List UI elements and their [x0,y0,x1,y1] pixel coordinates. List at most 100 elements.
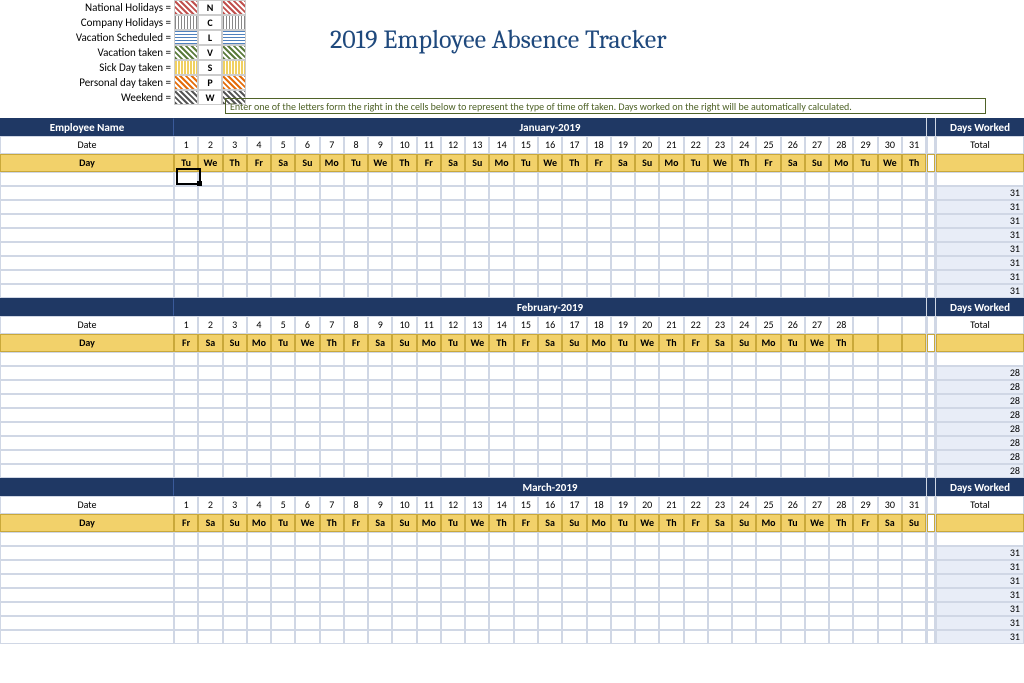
absence-cell[interactable] [174,200,198,214]
absence-cell[interactable] [708,380,732,394]
absence-cell[interactable] [174,228,198,242]
absence-cell[interactable] [174,616,198,630]
day-cell[interactable]: Fr [344,334,368,352]
absence-cell[interactable] [271,546,295,560]
absence-cell[interactable] [392,560,416,574]
absence-cell[interactable] [223,546,247,560]
date-cell[interactable]: 6 [295,316,319,334]
absence-cell[interactable] [659,422,683,436]
absence-cell[interactable] [684,464,708,478]
absence-cell[interactable] [562,214,586,228]
absence-cell[interactable] [635,214,659,228]
absence-cell[interactable] [853,172,877,186]
absence-cell[interactable] [271,380,295,394]
absence-cell[interactable] [853,242,877,256]
absence-cell[interactable] [320,380,344,394]
absence-cell[interactable] [853,352,877,366]
absence-cell[interactable] [514,602,538,616]
date-cell[interactable]: 18 [587,496,611,514]
absence-cell[interactable] [514,560,538,574]
employee-cell[interactable] [0,380,174,394]
day-cell[interactable]: Th [659,514,683,532]
absence-cell[interactable] [514,532,538,546]
absence-cell[interactable] [732,450,756,464]
date-cell[interactable]: 25 [756,496,780,514]
absence-cell[interactable] [659,352,683,366]
absence-cell[interactable] [174,436,198,450]
absence-cell[interactable] [223,366,247,380]
absence-cell[interactable] [562,436,586,450]
absence-cell[interactable] [344,602,368,616]
absence-cell[interactable] [295,284,319,298]
absence-cell[interactable] [271,214,295,228]
date-cell[interactable]: 28 [829,316,853,334]
absence-cell[interactable] [829,450,853,464]
absence-cell[interactable] [344,172,368,186]
absence-cell[interactable] [417,450,441,464]
absence-cell[interactable] [902,532,926,546]
absence-cell[interactable] [853,616,877,630]
absence-cell[interactable] [465,422,489,436]
day-cell[interactable]: We [295,334,319,352]
absence-cell[interactable] [684,546,708,560]
date-cell[interactable]: 15 [514,496,538,514]
absence-cell[interactable] [489,436,513,450]
date-cell[interactable]: 25 [756,316,780,334]
absence-cell[interactable] [223,394,247,408]
absence-cell[interactable] [392,380,416,394]
absence-cell[interactable] [781,560,805,574]
absence-cell[interactable] [514,408,538,422]
absence-cell[interactable] [271,228,295,242]
absence-cell[interactable] [853,366,877,380]
date-cell[interactable]: 11 [417,496,441,514]
day-cell[interactable]: We [805,334,829,352]
absence-cell[interactable] [417,256,441,270]
absence-cell[interactable] [684,630,708,644]
absence-cell[interactable] [587,546,611,560]
absence-cell[interactable] [587,560,611,574]
absence-cell[interactable] [441,270,465,284]
absence-cell[interactable] [465,172,489,186]
absence-cell[interactable] [587,450,611,464]
employee-cell[interactable] [0,284,174,298]
absence-cell[interactable] [732,186,756,200]
absence-cell[interactable] [659,380,683,394]
absence-cell[interactable] [392,450,416,464]
absence-cell[interactable] [392,214,416,228]
absence-cell[interactable] [659,394,683,408]
absence-cell[interactable] [659,450,683,464]
absence-cell[interactable] [708,394,732,408]
date-cell[interactable]: 22 [684,316,708,334]
absence-cell[interactable] [368,616,392,630]
absence-cell[interactable] [611,380,635,394]
absence-cell[interactable] [344,242,368,256]
absence-cell[interactable] [465,560,489,574]
absence-cell[interactable] [174,588,198,602]
absence-cell[interactable] [611,228,635,242]
absence-cell[interactable] [732,532,756,546]
absence-cell[interactable] [441,616,465,630]
date-cell[interactable]: 13 [465,496,489,514]
date-cell[interactable]: 9 [368,316,392,334]
absence-cell[interactable] [611,394,635,408]
date-cell[interactable]: 21 [659,496,683,514]
day-cell[interactable]: Su [562,334,586,352]
absence-cell[interactable] [392,532,416,546]
absence-cell[interactable] [684,172,708,186]
absence-cell[interactable] [320,616,344,630]
absence-cell[interactable] [247,436,271,450]
absence-cell[interactable] [344,574,368,588]
day-cell[interactable]: We [708,154,732,172]
absence-cell[interactable] [562,284,586,298]
absence-cell[interactable] [198,256,222,270]
absence-cell[interactable] [829,394,853,408]
day-cell[interactable]: Tu [441,334,465,352]
absence-cell[interactable] [684,408,708,422]
absence-cell[interactable] [417,408,441,422]
absence-cell[interactable] [611,270,635,284]
absence-cell[interactable] [781,256,805,270]
absence-cell[interactable] [247,352,271,366]
absence-cell[interactable] [344,380,368,394]
absence-cell[interactable] [320,256,344,270]
absence-cell[interactable] [708,172,732,186]
